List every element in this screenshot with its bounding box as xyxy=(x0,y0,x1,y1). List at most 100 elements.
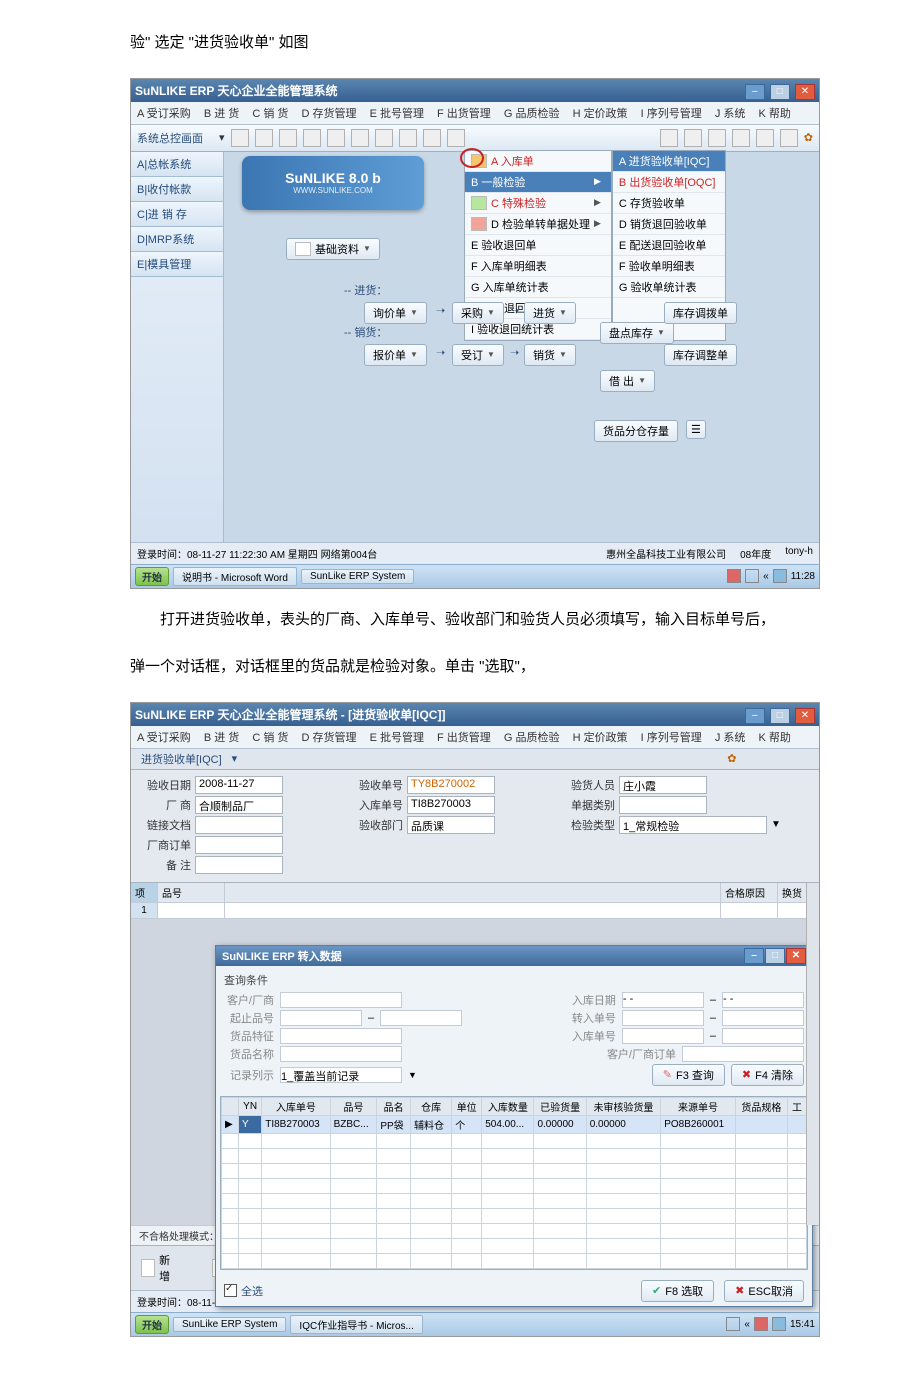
menu-item[interactable]: D 销货退回验收单 xyxy=(613,214,726,235)
tool-icon[interactable] xyxy=(559,752,573,766)
menu-h[interactable]: H 定价政策 xyxy=(573,729,628,745)
tool-icon[interactable] xyxy=(655,752,669,766)
tin-to[interactable] xyxy=(722,1010,804,1026)
menu-b[interactable]: B 进 货 xyxy=(204,105,239,121)
minimize-button[interactable]: – xyxy=(744,948,764,964)
flow-btn[interactable]: 库存调整单 xyxy=(664,344,737,366)
doc-field[interactable] xyxy=(195,816,283,834)
tool-icon[interactable] xyxy=(255,129,273,147)
close-button[interactable]: ✕ xyxy=(786,948,806,964)
menu-j[interactable]: J 系统 xyxy=(715,105,746,121)
sidebar-item[interactable]: C|进 销 存 xyxy=(131,202,223,227)
taskbar-tab[interactable]: IQC作业指导书 - Micros... xyxy=(290,1315,422,1334)
v-scrollbar[interactable] xyxy=(806,883,819,1225)
minimize-button[interactable]: – xyxy=(745,84,765,100)
menu-item[interactable]: A 入库单 xyxy=(465,151,611,172)
tool-icon[interactable] xyxy=(660,129,678,147)
bill-field[interactable]: TY8B270002 xyxy=(407,776,495,794)
taskbar-tab[interactable]: SunLike ERP System xyxy=(301,569,414,584)
tool-icon[interactable] xyxy=(279,129,297,147)
close-button[interactable]: ✕ xyxy=(795,84,815,100)
menu-item[interactable]: D 检验单转单据处理▶ xyxy=(465,214,611,235)
menu-item[interactable]: B 出货验收单[OQC] xyxy=(613,172,726,193)
maximize-button[interactable]: □ xyxy=(765,948,785,964)
tool-icon[interactable] xyxy=(367,752,381,766)
pick-button[interactable]: ✔F8 选取 xyxy=(641,1280,714,1302)
inspector-field[interactable]: 庄小霞 xyxy=(619,776,707,794)
sidebar-item[interactable]: D|MRP系统 xyxy=(131,227,223,252)
doc-tab[interactable]: 进货验收单[IQC] xyxy=(141,751,222,767)
category-field[interactable] xyxy=(619,796,707,814)
sidebar-item[interactable]: E|模具管理 xyxy=(131,252,223,277)
flow-btn[interactable]: 货品分仓存量 xyxy=(594,420,678,442)
menu-c[interactable]: C 销 货 xyxy=(252,729,288,745)
tool-icon[interactable] xyxy=(231,129,249,147)
tool-icon[interactable] xyxy=(271,752,285,766)
menu-k[interactable]: K 帮助 xyxy=(758,105,790,121)
prod-to[interactable] xyxy=(380,1010,462,1026)
tool-icon[interactable] xyxy=(391,752,405,766)
tool-icon[interactable] xyxy=(423,129,441,147)
tool-icon[interactable] xyxy=(583,752,597,766)
close-button[interactable]: ✕ xyxy=(795,708,815,724)
list-icon[interactable]: ☰ xyxy=(686,420,706,439)
indate-to[interactable]: - - xyxy=(722,992,804,1008)
tool-icon[interactable] xyxy=(487,752,501,766)
tool-icon[interactable] xyxy=(631,752,645,766)
tin-from[interactable] xyxy=(622,1010,704,1026)
clear-button[interactable]: ✖F4 清除 xyxy=(731,1064,804,1086)
name-field[interactable] xyxy=(280,1046,402,1062)
tool-icon[interactable] xyxy=(303,129,321,147)
menu-i[interactable]: I 序列号管理 xyxy=(641,729,702,745)
vendor-field[interactable]: 合顺制品厂 xyxy=(195,796,283,814)
menu-item-active[interactable]: B 一般检验▶ xyxy=(465,172,611,193)
menu-g[interactable]: G 品质检验 xyxy=(504,729,560,745)
flow-btn[interactable]: 报价单▼ xyxy=(364,344,427,366)
sidebar-item[interactable]: B|收付帐款 xyxy=(131,177,223,202)
tool-icon[interactable] xyxy=(351,129,369,147)
menu-item[interactable]: C 存货验收单 xyxy=(613,193,726,214)
flow-btn[interactable]: 销货▼ xyxy=(524,344,576,366)
minimize-button[interactable]: – xyxy=(745,708,765,724)
flow-btn[interactable]: 询价单▼ xyxy=(364,302,427,324)
menu-f[interactable]: F 出货管理 xyxy=(437,729,491,745)
cancel-button[interactable]: ✖ESC取消 xyxy=(724,1280,804,1302)
tool-icon[interactable] xyxy=(327,129,345,147)
taskbar-tab[interactable]: 说明书 - Microsoft Word xyxy=(173,567,297,586)
menu-item-iqc[interactable]: A 进货验收单[IQC] xyxy=(613,151,726,172)
tool-icon[interactable] xyxy=(535,752,549,766)
tool-icon[interactable] xyxy=(439,752,453,766)
feat-field[interactable] xyxy=(280,1028,402,1044)
dept-field[interactable]: 品质课 xyxy=(407,816,495,834)
start-button[interactable]: 开始 xyxy=(135,567,169,586)
restore-button[interactable]: □ xyxy=(770,708,790,724)
flow-btn[interactable]: 借 出▼ xyxy=(600,370,655,392)
menu-f[interactable]: F 出货管理 xyxy=(437,105,491,121)
tool-icon[interactable] xyxy=(295,752,309,766)
menu-item[interactable]: C 特殊检验▶ xyxy=(465,193,611,214)
indate-from[interactable]: - - xyxy=(622,992,704,1008)
menu-g[interactable]: G 品质检验 xyxy=(504,105,560,121)
gear-icon[interactable]: ✿ xyxy=(804,131,813,144)
tool-icon[interactable] xyxy=(511,752,525,766)
disp-select[interactable]: 1_覆盖当前记录 xyxy=(280,1067,402,1083)
menu-item[interactable]: E 验收退回单 xyxy=(465,235,611,256)
flow-btn[interactable]: 受订▼ xyxy=(452,344,504,366)
tool-icon[interactable] xyxy=(684,129,702,147)
menu-d[interactable]: D 存货管理 xyxy=(302,105,357,121)
tool-icon[interactable] xyxy=(679,752,693,766)
taskbar-tab[interactable]: SunLike ERP System xyxy=(173,1317,286,1332)
gear-icon[interactable]: ✿ xyxy=(727,752,736,765)
menu-item[interactable]: F 入库单明细表 xyxy=(465,256,611,277)
menu-e[interactable]: E 批号管理 xyxy=(370,105,424,121)
menu-c[interactable]: C 销 货 xyxy=(252,105,288,121)
flow-btn[interactable]: 进货▼ xyxy=(524,302,576,324)
cord-field[interactable] xyxy=(682,1046,804,1062)
tool-icon[interactable] xyxy=(703,752,717,766)
menu-bar[interactable]: A 受订采购 B 进 货 C 销 货 D 存货管理 E 批号管理 F 出货管理 … xyxy=(131,726,819,749)
tool-icon[interactable] xyxy=(319,752,333,766)
prod-from[interactable] xyxy=(280,1010,362,1026)
query-button[interactable]: ✎F3 查询 xyxy=(652,1064,725,1086)
tool-icon[interactable] xyxy=(708,129,726,147)
tool-icon[interactable] xyxy=(463,752,477,766)
